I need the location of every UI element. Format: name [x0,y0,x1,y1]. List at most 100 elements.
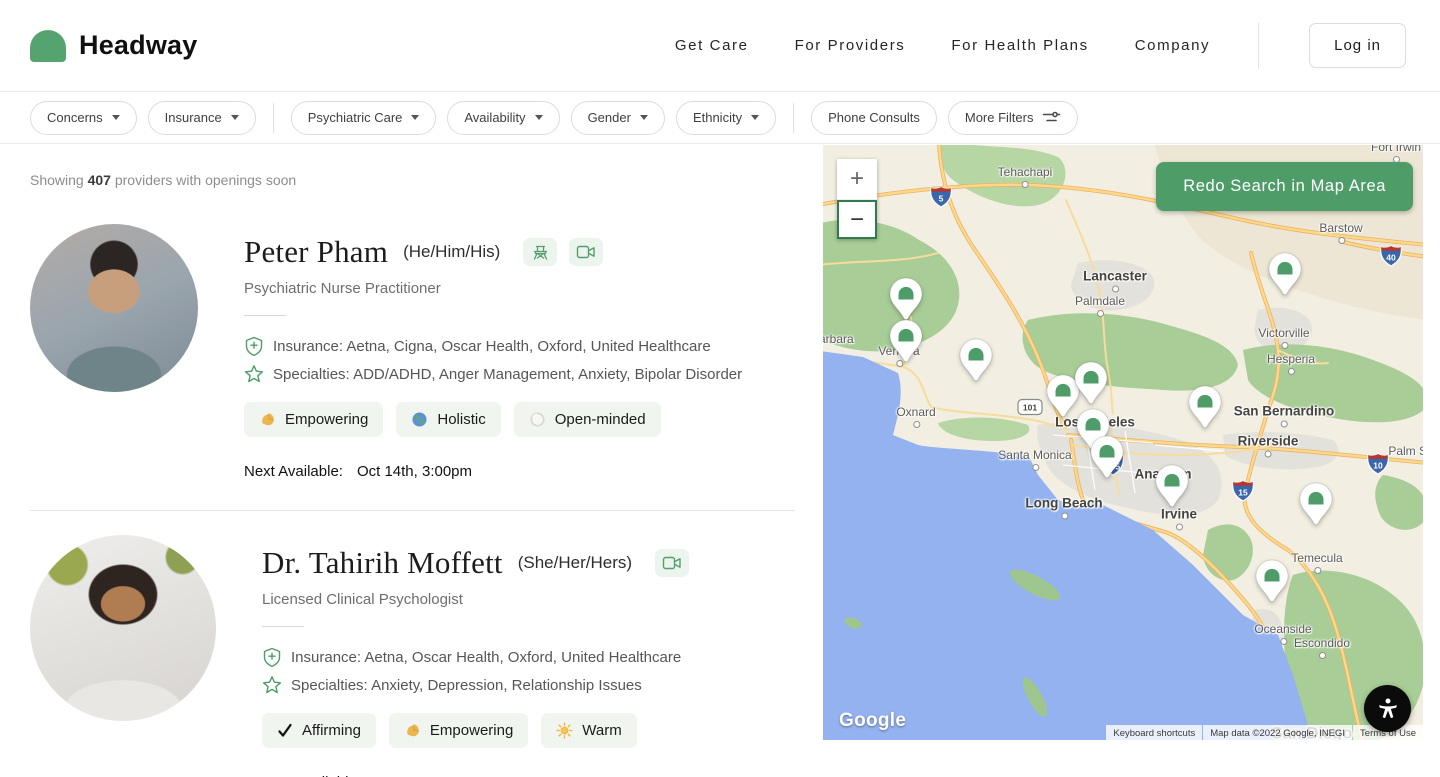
map-marker-pin[interactable] [1299,482,1333,526]
trait-badge-empowering: Empowering [244,402,384,437]
interstate-shield-icon: 5 [930,186,952,208]
zoom-in-button[interactable]: + [837,159,877,199]
badge-label: Affirming [302,722,361,739]
filter-chip-psychiatric-care[interactable]: Psychiatric Care [290,100,437,135]
accessibility-person-icon [1378,697,1397,718]
svg-text:101: 101 [1023,403,1037,413]
top-nav-bar: Headway Get Care For Providers For Health … [0,0,1440,92]
accessibility-widget-button[interactable] [1364,685,1411,732]
chevron-down-icon [411,115,420,120]
google-logo[interactable]: Google [839,710,906,732]
map-panel[interactable]: Tehachapi Barstow Lancaster Palmdale Victorv… [823,145,1423,740]
filter-bar: Concerns Insurance Psychiatric Care Availab… [0,92,1440,144]
shield-plus-icon [263,647,281,668]
map-marker-pin[interactable] [889,277,923,321]
map-marker-pin[interactable] [1268,252,1302,296]
provider-card[interactable]: Dr. Tahirih Moffett (She/Her/Hers) Licen… [30,510,795,777]
filter-chip-label: Gender [587,110,631,125]
muscle-icon [262,413,274,426]
badge-label: Warm [582,722,622,739]
trait-badge-empowering: Empowering [388,713,529,748]
brand-name: Headway [79,30,198,60]
filter-chip-gender[interactable]: Gender [570,100,665,135]
provider-pronouns: (He/Him/His) [403,242,501,261]
provider-photo[interactable] [30,535,216,721]
map-marker-pin[interactable] [1255,559,1289,603]
zoom-out-button[interactable]: − [837,199,877,239]
provider-pronouns: (She/Her/Hers) [517,553,633,572]
nav-item-company[interactable]: Company [1135,37,1210,54]
badge-label: Open-minded [554,411,646,428]
map-city-label-santa-barbara: Santa Barbara [823,332,854,346]
map-city-label-victorville: Victorville [1258,326,1310,349]
nav-item-for-providers[interactable]: For Providers [795,37,906,54]
interstate-shield-icon: 15 [1232,480,1254,502]
filter-chip-ethnicity[interactable]: Ethnicity [675,100,777,135]
map-city-label-long-beach: Long Beach [1025,495,1103,520]
interstate-shield-icon: 40 [1380,245,1402,267]
filter-chip-label: Phone Consults [828,110,920,125]
map-city-label-irvine: Irvine [1160,506,1198,531]
map-city-label-oxnard: Oxnard [896,405,936,428]
map-attribution-item[interactable]: Map data ©2022 Google, INEGI [1203,725,1353,740]
trait-badge-holistic: Holistic [396,402,501,437]
map-city-label-fort-irwin: Fort Irwin [1371,145,1421,163]
map-city-label-escondido: Escondido [1293,636,1351,659]
map-marker-pin[interactable] [1188,385,1222,429]
chair-session-chip [523,238,558,266]
provider-title: Psychiatric Nurse Practitioner [244,280,441,297]
log-in-button[interactable]: Log in [1309,23,1406,68]
divider [272,102,274,133]
map-zoom-control: + − [837,159,877,239]
sliders-icon [1043,111,1061,122]
provider-name[interactable]: Peter Pham [244,234,388,270]
nav-item-for-health-plans[interactable]: For Health Plans [951,37,1088,54]
map-marker-pin[interactable] [889,319,923,363]
filter-chip-more-filters[interactable]: More Filters [947,100,1079,135]
map-city-label-oceanside: Oceanside [1254,622,1312,645]
map-city-label-palm-springs: Palm Springs [1388,444,1423,458]
map-city-label-san-bernardino: San Bernardino [1233,403,1335,428]
sun-icon [556,722,573,739]
star-icon [262,676,282,694]
nav-item-get-care[interactable]: Get Care [675,37,749,54]
trait-badges: Empowering Holistic Open-minded [244,402,742,437]
results-summary: Showing 407 providers with openings soon [30,172,297,188]
trait-badge-affirming: Affirming [262,713,376,748]
filter-chip-phone-consults[interactable]: Phone Consults [811,100,937,135]
video-session-chip [569,238,604,266]
map-marker-pin[interactable] [959,338,993,382]
filter-chip-label: More Filters [964,110,1034,125]
map-attribution-item[interactable]: Keyboard shortcuts [1106,725,1203,740]
headway-logo[interactable]: Headway [30,29,198,62]
filter-chip-insurance[interactable]: Insurance [147,100,256,135]
filter-chip-concerns[interactable]: Concerns [30,100,137,135]
badge-label: Holistic [437,411,486,428]
provider-name[interactable]: Dr. Tahirih Moffett [262,545,503,581]
map-city-label-tehachapi: Tehachapi [997,165,1053,188]
badge-label: Empowering [429,722,514,739]
provider-photo[interactable] [30,224,198,392]
session-type-chips [655,549,690,577]
svg-text:5: 5 [939,194,944,204]
svg-text:10: 10 [1373,461,1383,471]
interstate-shield-icon: 10 [1367,453,1389,475]
chevron-down-icon [751,115,760,120]
next-available-row: Next Available: Oct 14th, 3:00pm [244,463,473,480]
check-icon [278,723,292,737]
map-city-label-hesperia: Hesperia [1266,352,1316,375]
svg-text:15: 15 [1238,488,1248,498]
insurance-row: Insurance: Aetna, Cigna, Oscar Health, O… [244,336,742,357]
us-route-shield-icon: 101 [1017,398,1043,416]
map-marker-pin[interactable] [1090,435,1124,479]
map-marker-pin[interactable] [1155,464,1189,508]
specialties-row: Specialties: Anxiety, Depression, Relati… [262,675,689,695]
redo-search-button[interactable]: Redo Search in Map Area [1156,162,1413,211]
map-marker-pin[interactable] [1074,361,1108,405]
specialties-row: Specialties: ADD/ADHD, Anger Management,… [244,364,742,384]
open-circle-icon [530,412,545,427]
provider-card[interactable]: Peter Pham (He/Him/His) Psychiatric Nurs… [30,224,795,480]
filter-chip-availability[interactable]: Availability [447,100,560,135]
video-camera-icon [577,245,596,259]
provider-title: Licensed Clinical Psychologist [262,591,463,608]
